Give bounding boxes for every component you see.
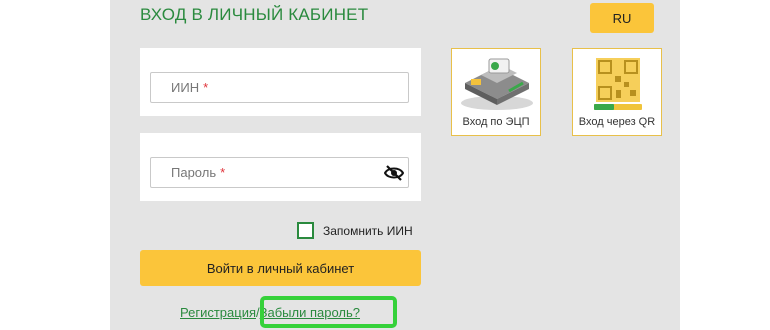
qr-login-card[interactable]: Вход через QR: [572, 48, 662, 136]
language-button[interactable]: RU: [590, 3, 654, 33]
eds-login-card[interactable]: Вход по ЭЦП: [451, 48, 541, 136]
required-mark: *: [220, 165, 226, 180]
required-mark: *: [203, 80, 209, 95]
iin-input[interactable]: ИИН *: [150, 72, 409, 103]
eds-login-label: Вход по ЭЦП: [462, 116, 530, 128]
digital-signature-icon: [461, 58, 533, 110]
remember-iin: Запомнить ИИН: [297, 222, 413, 239]
remember-iin-label: Запомнить ИИН: [323, 223, 413, 238]
remember-iin-checkbox[interactable]: [297, 222, 314, 239]
iin-field-card: ИИН *: [140, 48, 421, 116]
hide-password-icon[interactable]: [384, 164, 404, 182]
password-input[interactable]: Пароль *: [150, 157, 409, 188]
iin-placeholder: ИИН: [171, 80, 200, 95]
page-title: ВХОД В ЛИЧНЫЙ КАБИНЕТ: [140, 5, 369, 24]
forgot-password-highlight: [260, 296, 397, 328]
qr-code-icon: [594, 58, 642, 110]
login-button[interactable]: Войти в личный кабинет: [140, 250, 421, 286]
password-placeholder: Пароль: [171, 165, 217, 180]
qr-login-label: Вход через QR: [578, 116, 656, 128]
register-link[interactable]: Регистрация: [180, 305, 256, 320]
password-field-card: Пароль *: [140, 133, 421, 201]
